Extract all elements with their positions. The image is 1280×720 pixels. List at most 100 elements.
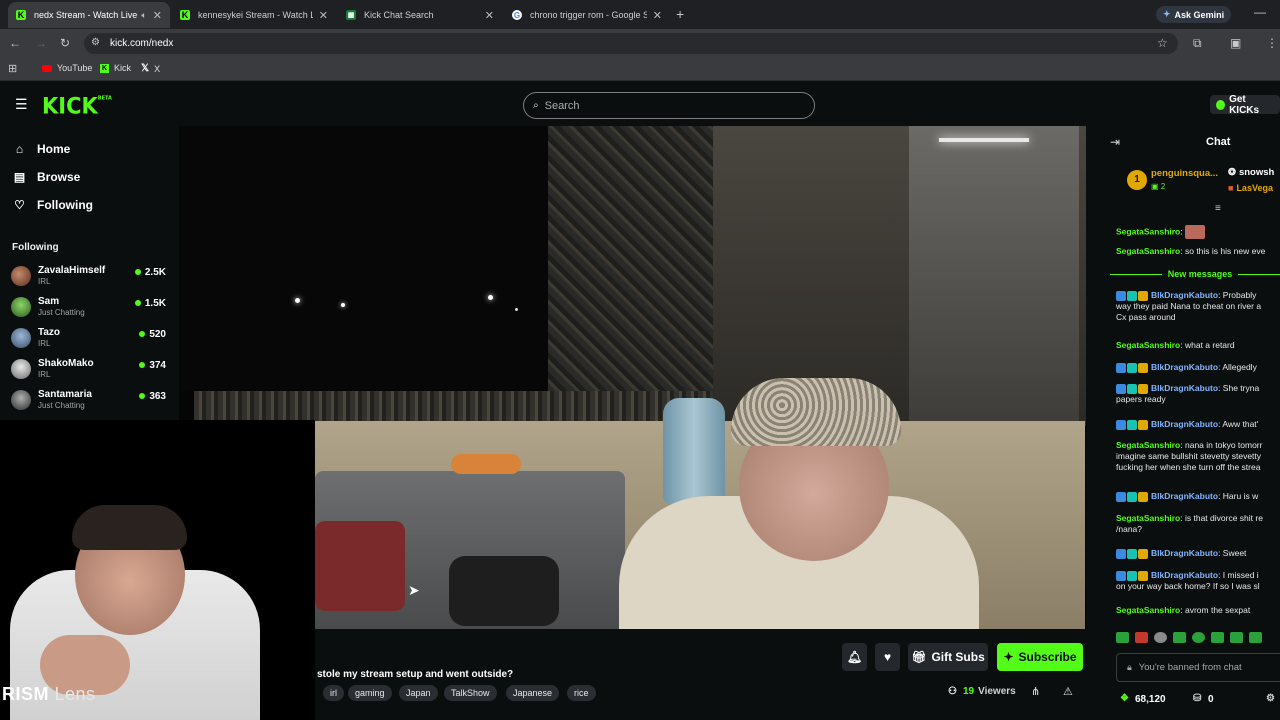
channel-name: Santamaria xyxy=(38,389,92,400)
subscribe-button[interactable]: ✦ Subscribe xyxy=(997,643,1083,671)
chat-username[interactable]: SegataSanshiro xyxy=(1116,440,1180,450)
search-input[interactable] xyxy=(544,99,785,112)
share-icon[interactable]: ⋔ xyxy=(1031,685,1040,698)
close-tab-icon[interactable]: ✕ xyxy=(319,9,328,22)
apps-grid-icon[interactable]: ⊞ xyxy=(8,62,17,75)
chat-username[interactable]: BlkDragnKabuto xyxy=(1151,570,1218,580)
extensions-icon[interactable]: ⧉ xyxy=(1193,36,1202,51)
tag-irl[interactable]: irl xyxy=(323,685,344,701)
emote-icon[interactable] xyxy=(1135,632,1148,643)
bookmark-kick[interactable]: K Kick xyxy=(100,63,131,73)
top-gifter-name[interactable]: penguinsqua... xyxy=(1151,168,1218,179)
tab-kennesykei-stream[interactable]: K kennesykei Stream - Watch Live ✕ xyxy=(172,2,336,28)
forward-icon[interactable]: → xyxy=(35,36,47,50)
chat-username[interactable]: BlkDragnKabuto xyxy=(1151,548,1218,558)
hamburger-menu-icon[interactable]: ☰ xyxy=(15,96,28,113)
followed-channel-santamaria[interactable]: Santamaria Just Chatting 363 xyxy=(11,387,168,418)
video-scene-shelf xyxy=(909,126,1079,456)
chat-settings-icon[interactable]: ⚙ xyxy=(1266,693,1275,704)
close-tab-icon[interactable]: ✕ xyxy=(485,9,494,22)
tag-rice[interactable]: rice xyxy=(567,685,596,701)
video-player[interactable]: ➤ xyxy=(179,126,1086,629)
followed-channel-sam[interactable]: Sam Just Chatting 1.5K xyxy=(11,294,168,325)
prism-bold-text: RISM xyxy=(2,684,49,704)
emote-icon[interactable] xyxy=(1211,632,1224,643)
chat-text: Haru is w xyxy=(1222,491,1259,501)
speaker-icon[interactable]: 🔈︎ xyxy=(141,10,146,21)
emote-icon[interactable] xyxy=(1154,632,1167,643)
chat-text: She tryna xyxy=(1222,383,1260,393)
new-tab-icon[interactable]: + xyxy=(676,6,684,22)
badge-icon: ❂ xyxy=(1228,167,1236,178)
close-tab-icon[interactable]: ✕ xyxy=(653,9,662,22)
ask-gemini-button[interactable]: ✦ Ask Gemini xyxy=(1156,6,1232,23)
kick-logo[interactable]: KICKBETA xyxy=(42,93,112,118)
bookmark-star-icon[interactable]: ☆ xyxy=(1157,36,1168,50)
tag-gaming[interactable]: gaming xyxy=(348,685,392,701)
sidepanel-icon[interactable]: ▣ xyxy=(1230,36,1241,50)
chat-username[interactable]: SegataSanshiro xyxy=(1116,226,1180,236)
report-icon[interactable]: ⚠ xyxy=(1063,685,1073,698)
bookmark-label: Kick xyxy=(114,63,132,73)
nav-home[interactable]: ⌂ Home xyxy=(13,142,70,156)
kick-favicon-icon: K xyxy=(16,10,26,20)
chat-username[interactable]: SegataSanshiro xyxy=(1116,340,1180,350)
emote-icon[interactable] xyxy=(1173,632,1186,643)
tag-talkshow[interactable]: TalkShow xyxy=(444,685,497,701)
get-kicks-button[interactable]: Get KICKs xyxy=(1210,94,1280,116)
notifications-button[interactable]: 🔔︎ xyxy=(842,643,867,671)
search-box[interactable]: ⌕ xyxy=(523,92,815,119)
menu-icon[interactable]: ⋮ xyxy=(1266,36,1278,50)
address-bar[interactable]: ⚙︎ kick.com/nedx ☆ xyxy=(84,33,1178,54)
bookmark-label: YouTube xyxy=(57,63,93,73)
chat-input[interactable]: 🔒︎ You're banned from chat xyxy=(1116,653,1280,682)
collapse-chat-icon[interactable]: ⇥ xyxy=(1110,135,1120,149)
chat-username[interactable]: SegataSanshiro xyxy=(1116,605,1180,615)
chat-message: SegataSanshiro: so this is his new eve xyxy=(1116,246,1266,256)
tag-japan[interactable]: Japan xyxy=(399,685,438,701)
followed-channel-shakomako[interactable]: ShakoMako IRL 374 xyxy=(11,356,168,387)
gift-count: 2 xyxy=(1160,182,1166,191)
tab-title: kennesykei Stream - Watch Live xyxy=(198,10,313,20)
rank-number: 1 xyxy=(1134,174,1140,185)
emote-icon[interactable] xyxy=(1192,632,1205,643)
emote-icon[interactable] xyxy=(1249,632,1262,643)
tag-label: Japan xyxy=(406,688,431,698)
chat-username[interactable]: BlkDragnKabuto xyxy=(1151,491,1218,501)
nav-following[interactable]: ♡ Following xyxy=(13,198,93,212)
back-icon[interactable]: ← xyxy=(9,36,21,50)
chat-username[interactable]: SegataSanshiro xyxy=(1116,246,1180,256)
sub-badge-icon: ■ xyxy=(1228,183,1234,193)
expand-pinned-icon[interactable]: ≡ xyxy=(1215,203,1221,214)
minimize-icon[interactable]: — xyxy=(1254,5,1266,19)
second-gifter-sub-label: LasVega xyxy=(1236,183,1273,193)
chat-username[interactable]: BlkDragnKabuto xyxy=(1151,290,1218,300)
chat-message: BlkDragnKabuto: Aww that' xyxy=(1116,419,1280,430)
tab-nedx-stream[interactable]: K nedx Stream - Watch Live o 🔈︎ ✕ xyxy=(8,2,170,28)
emote-icon[interactable] xyxy=(1116,632,1129,643)
bookmark-youtube[interactable]: YouTube xyxy=(42,63,92,73)
reload-icon[interactable]: ↻ xyxy=(60,36,70,50)
second-gifter[interactable]: ❂ snowsh xyxy=(1228,167,1274,178)
site-settings-icon[interactable]: ⚙︎ xyxy=(91,37,100,48)
emote-icon[interactable] xyxy=(1230,632,1243,643)
gift-subs-button[interactable]: 🎁︎ Gift Subs xyxy=(908,643,988,671)
chat-username[interactable]: BlkDragnKabuto xyxy=(1151,419,1218,429)
chat-username[interactable]: SegataSanshiro xyxy=(1116,513,1180,523)
followed-channel-tazo[interactable]: Tazo IRL 520 xyxy=(11,325,168,356)
close-tab-icon[interactable]: ✕ xyxy=(153,9,162,22)
chat-username[interactable]: BlkDragnKabuto xyxy=(1151,362,1218,372)
chat-text: is that divorce shit re xyxy=(1184,513,1263,523)
nav-browse[interactable]: ▤ Browse xyxy=(13,170,81,184)
nav-label: Home xyxy=(37,142,71,156)
followed-channel-zavalahimself[interactable]: ZavalaHimself IRL 2.5K xyxy=(11,263,168,294)
chat-username[interactable]: BlkDragnKabuto xyxy=(1151,383,1218,393)
bookmark-x[interactable]: 𝕏 X xyxy=(141,63,160,74)
follow-button[interactable]: ♥ xyxy=(875,643,900,671)
tag-japanese[interactable]: Japanese xyxy=(506,685,560,701)
second-gifter-sub: ■ LasVega xyxy=(1228,183,1273,193)
tab-google-search[interactable]: G chrono trigger rom - Google Se ✕ xyxy=(504,2,670,28)
live-dot-icon xyxy=(139,362,146,369)
url-text[interactable]: kick.com/nedx xyxy=(110,38,173,49)
tab-kick-chat-search[interactable]: ▦ Kick Chat Search ✕ xyxy=(338,2,502,28)
